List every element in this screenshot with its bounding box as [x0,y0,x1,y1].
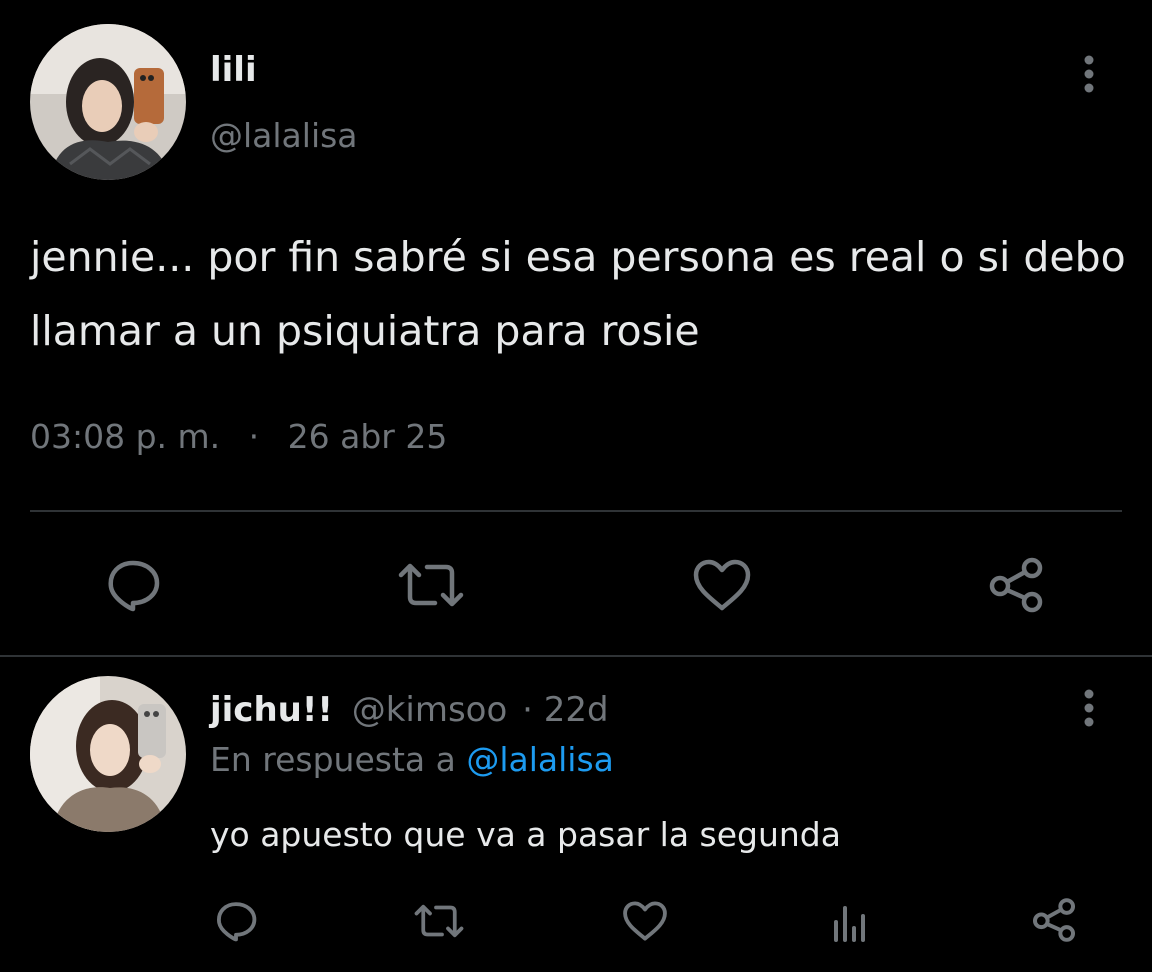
reply-retweet-button[interactable] [411,900,467,942]
reply-author-name[interactable]: jichu!! [210,690,333,730]
retweet-icon [414,904,464,938]
author-avatar[interactable] [30,24,186,180]
like-button[interactable] [692,558,752,612]
reply-text: yo apuesto que va a pasar la segunda [210,815,841,854]
tweet-text: jennie... por fin sabré si esa persona e… [30,233,1126,355]
in-reply-handle-link[interactable]: @lalalisa [466,740,614,779]
tweet-divider [30,510,1122,512]
author-name[interactable]: lili [210,50,257,90]
avatar-photo [30,676,186,832]
reply-share-button[interactable] [1030,897,1078,943]
share-button[interactable] [986,556,1046,614]
like-icon [693,559,751,611]
section-divider [0,655,1152,657]
tweet-timestamp: 03:08 p. m. · 26 abr 25 [30,415,447,459]
share-icon [989,557,1043,613]
reply-meta-separator: · [522,690,533,730]
like-icon [623,901,667,941]
more-options-button[interactable] [1074,52,1104,96]
reply-icon [217,902,257,942]
in-reply-prefix: En respuesta a [210,740,456,779]
meta-separator: · [248,417,260,456]
more-vertical-icon [1084,55,1094,93]
reply-header: jichu!! @kimsoo · 22d [210,688,609,732]
retweet-button[interactable] [395,557,467,613]
reply-author-handle[interactable]: @kimsoo [352,690,508,730]
reply-more-options-button[interactable] [1074,686,1104,730]
author-handle[interactable]: @lalalisa [210,116,358,156]
tweet-time[interactable]: 03:08 p. m. [30,417,220,456]
reply-author-avatar[interactable] [30,676,186,832]
reply-reply-button[interactable] [213,899,259,943]
reply-age[interactable]: 22d [544,690,609,730]
avatar-photo [30,24,186,180]
share-icon [1032,898,1076,942]
in-reply-to: En respuesta a @lalalisa [210,738,614,782]
views-icon [834,906,865,942]
retweet-icon [398,563,464,607]
reply-like-button[interactable] [622,900,668,942]
reply-views-button[interactable] [830,902,870,942]
reply-icon [108,560,160,612]
more-vertical-icon [1084,689,1094,727]
tweet-date[interactable]: 26 abr 25 [288,417,448,456]
reply-button[interactable] [103,557,163,613]
